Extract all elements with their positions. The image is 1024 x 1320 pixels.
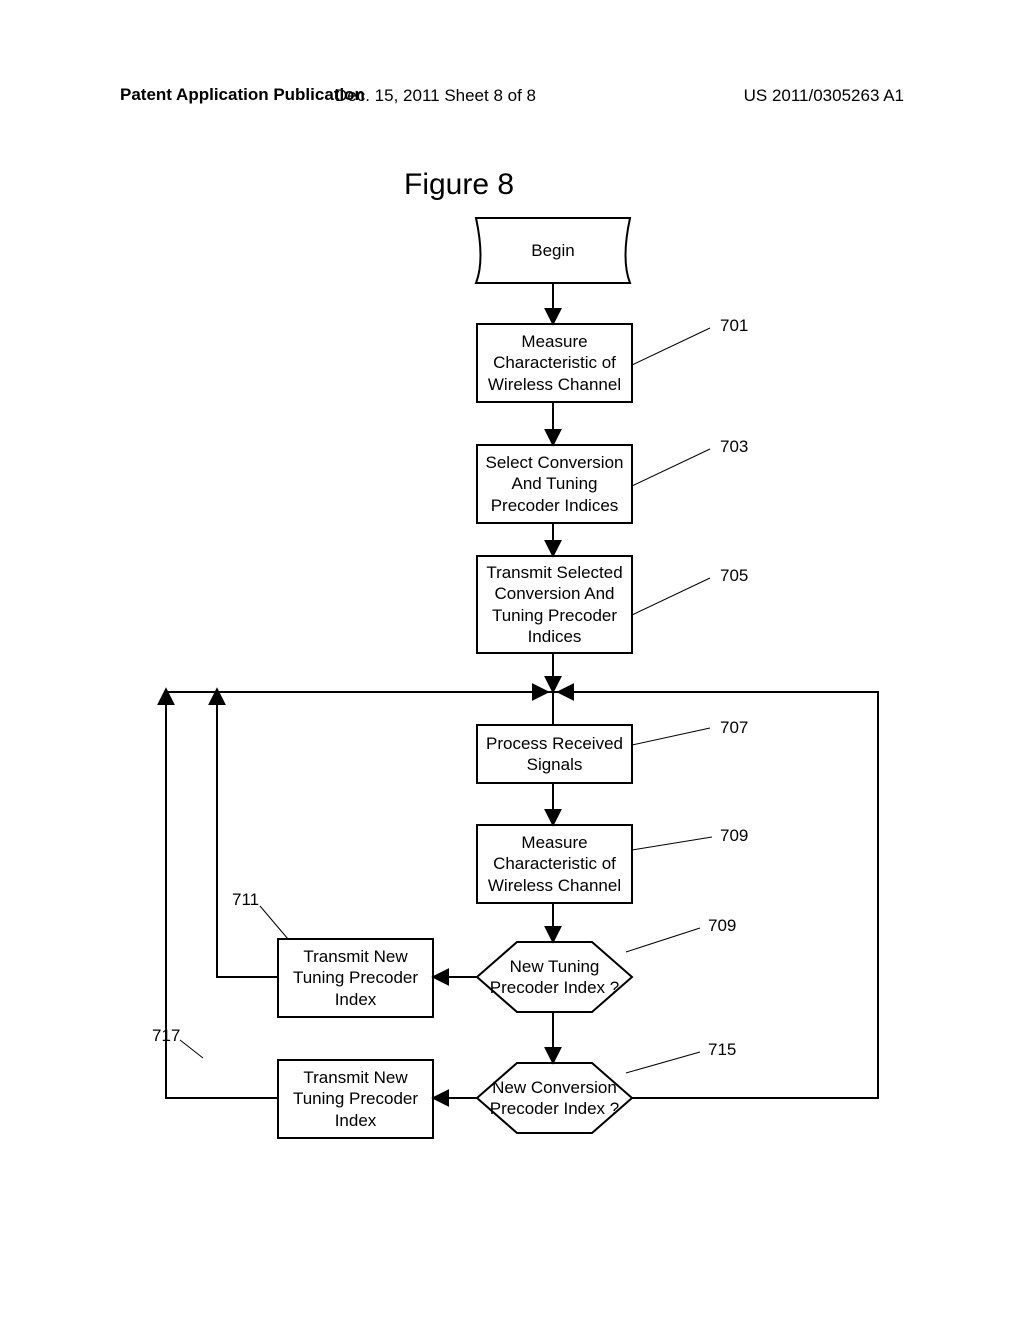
box-709: Measure Characteristic of Wireless Chann… <box>477 825 632 903</box>
label-715: 715 <box>708 1040 736 1060</box>
label-701: 701 <box>720 316 748 336</box>
label-705: 705 <box>720 566 748 586</box>
label-707: 707 <box>720 718 748 738</box>
label-711: 711 <box>232 890 259 910</box>
decision-715: New Conversion Precoder Index ? <box>477 1063 632 1133</box>
box-705: Transmit Selected Conversion And Tuning … <box>477 556 632 653</box>
box-717: Transmit New Tuning Precoder Index <box>278 1060 433 1138</box>
label-717: 717 <box>152 1026 180 1046</box>
label-703: 703 <box>720 437 748 457</box>
label-709b: 709 <box>708 916 736 936</box>
box-707: Process Received Signals <box>477 725 632 783</box>
page: Patent Application Publication Dec. 15, … <box>0 0 1024 1320</box>
box-701: Measure Characteristic of Wireless Chann… <box>477 324 632 402</box>
begin-node: Begin <box>476 218 630 283</box>
box-711: Transmit New Tuning Precoder Index <box>278 939 433 1017</box>
label-709a: 709 <box>720 826 748 846</box>
decision-709: New Tuning Precoder Index ? <box>477 942 632 1012</box>
box-703: Select Conversion And Tuning Precoder In… <box>477 445 632 523</box>
